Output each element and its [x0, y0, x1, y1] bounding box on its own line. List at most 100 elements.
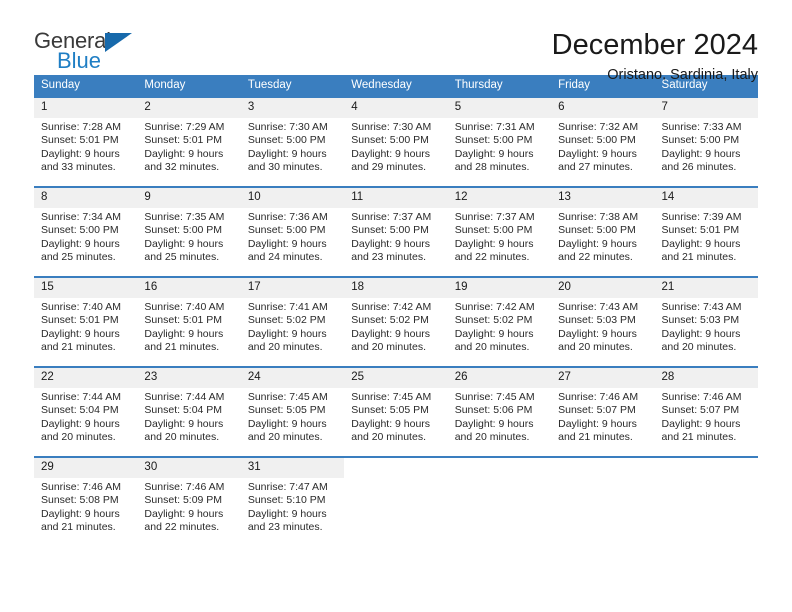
sunrise-text: Sunrise: 7:46 AM: [558, 390, 639, 403]
calendar-day-cell[interactable]: 22 Sunrise: 7:44 AM Sunset: 5:04 PM Dayligh…: [34, 366, 138, 457]
calendar-day-cell[interactable]: 15 Sunrise: 7:40 AM Sunset: 5:01 PM Dayligh…: [34, 276, 138, 367]
calendar-day-cell[interactable]: 13 Sunrise: 7:38 AM Sunset: 5:00 PM Dayligh…: [551, 186, 655, 277]
sunrise-text: Sunrise: 7:34 AM: [41, 210, 121, 223]
calendar-day-cell[interactable]: 25 Sunrise: 7:45 AM Sunset: 5:05 PM Dayligh…: [344, 366, 448, 457]
day-cell-inner: 2 Sunrise: 7:29 AM Sunset: 5:01 PM Daylight…: [137, 98, 241, 186]
calendar-day-cell[interactable]: 24 Sunrise: 7:45 AM Sunset: 5:05 PM Dayligh…: [240, 366, 345, 457]
daylight-text-line2: and 20 minutes.: [558, 341, 633, 354]
sunset-text: Sunset: 5:02 PM: [247, 314, 326, 327]
daylight-text-line2: and 23 minutes.: [247, 521, 323, 534]
calendar-week-row: 15 Sunrise: 7:40 AM Sunset: 5:01 PM Dayligh…: [34, 276, 758, 367]
day-sun-info: Sunrise: 7:42 AM Sunset: 5:02 PM Daylight:…: [344, 298, 447, 355]
calendar-week-row: 8 Sunrise: 7:34 AM Sunset: 5:00 PM Daylight…: [34, 186, 758, 277]
sunrise-text: Sunrise: 7:46 AM: [661, 390, 742, 403]
weekday-header-monday: Monday: [137, 75, 241, 97]
sunrise-text: Sunrise: 7:46 AM: [144, 480, 225, 493]
day-number: [447, 458, 552, 473]
calendar-day-cell[interactable]: 18 Sunrise: 7:42 AM Sunset: 5:02 PM Dayligh…: [344, 276, 448, 367]
day-cell-inner: 19 Sunrise: 7:42 AM Sunset: 5:02 PM Dayligh…: [447, 278, 552, 366]
calendar-day-cell[interactable]: 23 Sunrise: 7:44 AM Sunset: 5:04 PM Dayligh…: [137, 366, 241, 457]
daylight-text-line1: Daylight: 9 hours: [351, 237, 431, 250]
day-sun-info: Sunrise: 7:44 AM Sunset: 5:04 PM Daylight:…: [34, 388, 137, 445]
daylight-text-line1: Daylight: 9 hours: [351, 417, 431, 430]
day-number: 17: [240, 278, 345, 298]
calendar-day-cell[interactable]: 12 Sunrise: 7:37 AM Sunset: 5:00 PM Dayligh…: [447, 186, 552, 277]
calendar-day-cell[interactable]: 14 Sunrise: 7:39 AM Sunset: 5:01 PM Dayligh…: [654, 186, 758, 277]
calendar-day-cell[interactable]: 29 Sunrise: 7:46 AM Sunset: 5:08 PM Dayligh…: [34, 456, 138, 546]
calendar-day-cell[interactable]: 10 Sunrise: 7:36 AM Sunset: 5:00 PM Dayligh…: [240, 186, 345, 277]
day-cell-inner: 12 Sunrise: 7:37 AM Sunset: 5:00 PM Dayligh…: [447, 188, 552, 276]
calendar-day-cell[interactable]: 21 Sunrise: 7:43 AM Sunset: 5:03 PM Dayligh…: [654, 276, 758, 367]
calendar-day-cell[interactable]: 31 Sunrise: 7:47 AM Sunset: 5:10 PM Dayligh…: [240, 456, 345, 546]
day-sun-info: Sunrise: 7:39 AM Sunset: 5:01 PM Daylight:…: [655, 208, 758, 265]
calendar-day-cell[interactable]: 30 Sunrise: 7:46 AM Sunset: 5:09 PM Dayligh…: [137, 456, 241, 546]
day-number: 31: [240, 458, 345, 478]
day-number: 8: [34, 188, 138, 208]
daylight-text-line2: and 20 minutes.: [247, 431, 323, 444]
sunset-text: Sunset: 5:00 PM: [454, 134, 533, 147]
daylight-text-line1: Daylight: 9 hours: [454, 417, 534, 430]
page-title: December 2024: [551, 29, 758, 61]
calendar-day-cell: [551, 456, 655, 546]
day-number: 3: [240, 98, 345, 118]
calendar-day-cell[interactable]: 4 Sunrise: 7:30 AM Sunset: 5:00 PM Daylight…: [344, 96, 448, 187]
day-cell-inner: 9 Sunrise: 7:35 AM Sunset: 5:00 PM Daylight…: [137, 188, 241, 276]
daylight-text-line1: Daylight: 9 hours: [144, 417, 224, 430]
day-sun-info: Sunrise: 7:30 AM Sunset: 5:00 PM Daylight:…: [241, 118, 344, 175]
daylight-text-line1: Daylight: 9 hours: [41, 147, 120, 160]
daylight-text-line2: and 21 minutes.: [558, 431, 633, 444]
sunset-text: Sunset: 5:05 PM: [351, 404, 429, 417]
day-sun-info: Sunrise: 7:46 AM Sunset: 5:07 PM Daylight:…: [551, 388, 654, 445]
daylight-text-line2: and 29 minutes.: [351, 161, 426, 174]
logo-text-blue: Blue: [57, 48, 102, 73]
day-number: [654, 458, 758, 473]
sunset-text: Sunset: 5:06 PM: [454, 404, 533, 417]
daylight-text-line2: and 30 minutes.: [247, 161, 323, 174]
day-cell-inner: 30 Sunrise: 7:46 AM Sunset: 5:09 PM Dayligh…: [137, 458, 241, 546]
calendar-day-cell[interactable]: 6 Sunrise: 7:32 AM Sunset: 5:00 PM Daylight…: [551, 96, 655, 187]
calendar-day-cell[interactable]: 9 Sunrise: 7:35 AM Sunset: 5:00 PM Daylight…: [137, 186, 241, 277]
sunrise-text: Sunrise: 7:38 AM: [558, 210, 639, 223]
day-number: 19: [447, 278, 552, 298]
day-sun-info: Sunrise: 7:41 AM Sunset: 5:02 PM Daylight:…: [241, 298, 344, 355]
day-cell-inner: 7 Sunrise: 7:33 AM Sunset: 5:00 PM Daylight…: [654, 98, 758, 186]
sunset-text: Sunset: 5:07 PM: [661, 404, 740, 417]
day-sun-info: Sunrise: 7:30 AM Sunset: 5:00 PM Daylight:…: [344, 118, 447, 175]
calendar-day-cell[interactable]: 19 Sunrise: 7:42 AM Sunset: 5:02 PM Dayligh…: [447, 276, 552, 367]
calendar-day-cell[interactable]: 27 Sunrise: 7:46 AM Sunset: 5:07 PM Dayligh…: [551, 366, 655, 457]
calendar-day-cell[interactable]: 17 Sunrise: 7:41 AM Sunset: 5:02 PM Dayligh…: [240, 276, 345, 367]
calendar-day-cell[interactable]: 20 Sunrise: 7:43 AM Sunset: 5:03 PM Dayligh…: [551, 276, 655, 367]
sunset-text: Sunset: 5:00 PM: [558, 134, 636, 147]
day-sun-info: Sunrise: 7:45 AM Sunset: 5:05 PM Daylight:…: [344, 388, 447, 445]
calendar-day-cell[interactable]: 8 Sunrise: 7:34 AM Sunset: 5:00 PM Daylight…: [34, 186, 138, 277]
daylight-text-line2: and 27 minutes.: [558, 161, 633, 174]
sunrise-text: Sunrise: 7:39 AM: [661, 210, 742, 223]
sunset-text: Sunset: 5:03 PM: [661, 314, 740, 327]
daylight-text-line1: Daylight: 9 hours: [41, 417, 120, 430]
generalblue-logo[interactable]: General Blue: [34, 30, 144, 78]
sunset-text: Sunset: 5:04 PM: [41, 404, 119, 417]
day-sun-info: Sunrise: 7:45 AM Sunset: 5:05 PM Daylight:…: [241, 388, 344, 445]
calendar-day-cell[interactable]: 7 Sunrise: 7:33 AM Sunset: 5:00 PM Daylight…: [654, 96, 758, 187]
calendar-day-cell[interactable]: 5 Sunrise: 7:31 AM Sunset: 5:00 PM Daylight…: [447, 96, 552, 187]
calendar-day-cell[interactable]: 3 Sunrise: 7:30 AM Sunset: 5:00 PM Daylight…: [240, 96, 345, 187]
calendar-day-cell[interactable]: 2 Sunrise: 7:29 AM Sunset: 5:01 PM Daylight…: [137, 96, 241, 187]
calendar-day-cell[interactable]: 26 Sunrise: 7:45 AM Sunset: 5:06 PM Dayligh…: [447, 366, 552, 457]
sunrise-text: Sunrise: 7:37 AM: [454, 210, 535, 223]
day-sun-info: Sunrise: 7:35 AM Sunset: 5:00 PM Daylight:…: [137, 208, 240, 265]
day-cell-inner: 13 Sunrise: 7:38 AM Sunset: 5:00 PM Dayligh…: [551, 188, 655, 276]
sunrise-text: Sunrise: 7:42 AM: [454, 300, 535, 313]
calendar-day-cell[interactable]: 11 Sunrise: 7:37 AM Sunset: 5:00 PM Dayligh…: [344, 186, 448, 277]
day-number: 28: [654, 368, 758, 388]
title-block: December 2024 Oristano, Sardinia, Italy: [551, 29, 758, 84]
day-sun-info: Sunrise: 7:38 AM Sunset: 5:00 PM Daylight:…: [551, 208, 654, 265]
daylight-text-line1: Daylight: 9 hours: [41, 507, 120, 520]
day-cell-inner: 26 Sunrise: 7:45 AM Sunset: 5:06 PM Dayligh…: [447, 368, 552, 456]
calendar-day-cell[interactable]: 1 Sunrise: 7:28 AM Sunset: 5:01 PM Daylight…: [34, 96, 138, 187]
calendar-day-cell[interactable]: 16 Sunrise: 7:40 AM Sunset: 5:01 PM Dayligh…: [137, 276, 241, 367]
calendar-day-cell[interactable]: 28 Sunrise: 7:46 AM Sunset: 5:07 PM Dayligh…: [654, 366, 758, 457]
daylight-text-line2: and 20 minutes.: [454, 431, 530, 444]
sunrise-text: Sunrise: 7:40 AM: [41, 300, 121, 313]
sunrise-text: Sunrise: 7:45 AM: [247, 390, 328, 403]
sunset-text: Sunset: 5:07 PM: [558, 404, 636, 417]
